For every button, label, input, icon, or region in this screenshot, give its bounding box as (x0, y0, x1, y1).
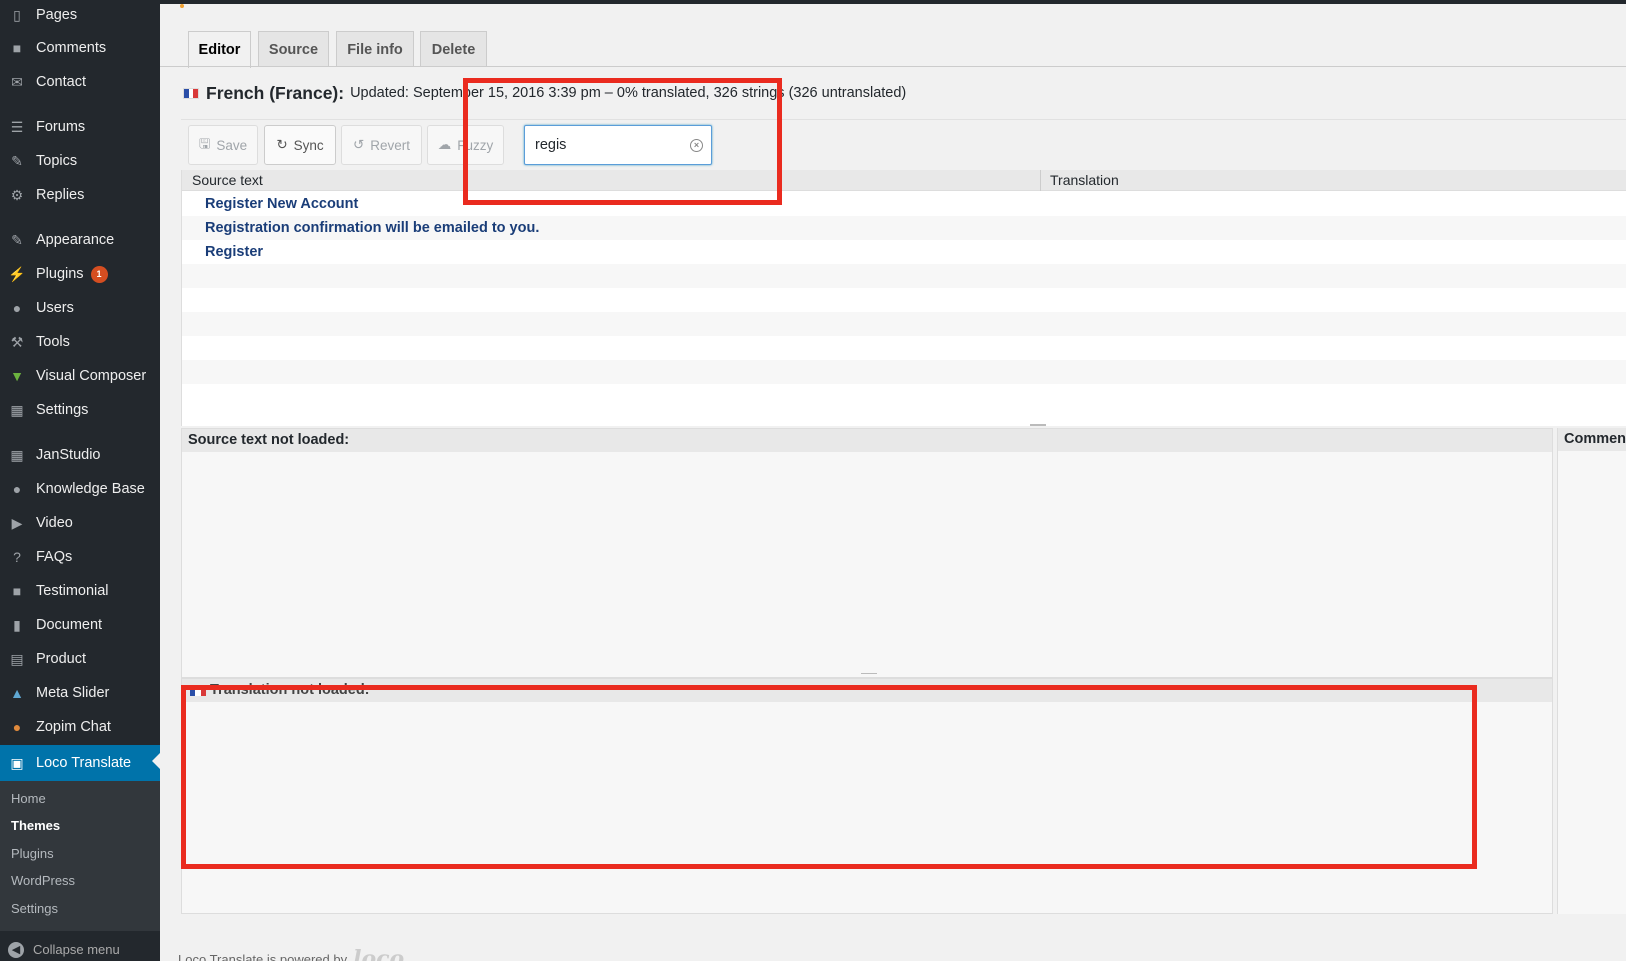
column-source-text[interactable]: Source text (192, 172, 263, 188)
chat-icon: ● (12, 719, 22, 735)
menu-item-replies[interactable]: ⚙ Replies (0, 180, 160, 210)
topics-icon: ✎ (11, 152, 23, 169)
grid-row-empty (182, 336, 1626, 360)
sync-button[interactable]: ↻ Sync (264, 125, 336, 165)
menu-item-zopim-chat[interactable]: ● Zopim Chat (0, 712, 160, 742)
menu-item-tools[interactable]: ⚒ Tools (0, 327, 160, 357)
menu-item-settings[interactable]: ▦ Settings (0, 395, 160, 425)
menu-item-product[interactable]: ▤ Product (0, 644, 160, 674)
footer: Loco Translate is powered by loco (178, 946, 404, 961)
menu-item-comments[interactable]: ■ Comments (0, 33, 160, 63)
lightbulb-icon: ● (12, 481, 22, 497)
users-icon: ● (12, 300, 22, 316)
source-string-link[interactable]: Register (205, 244, 263, 260)
collapse-icon: ◀ (8, 941, 24, 958)
forums-icon: ☰ (10, 118, 24, 135)
menu-item-testimonial[interactable]: ■ Testimonial (0, 576, 160, 606)
source-pane-title: Source text not loaded: (182, 429, 1552, 452)
grid-row-empty (182, 360, 1626, 384)
pane-resize-handle[interactable] (861, 673, 877, 675)
question-icon: ? (13, 549, 21, 565)
tab-divider (160, 66, 1626, 67)
submenu-plugins[interactable]: Plugins (11, 846, 54, 861)
grid-row-empty (182, 384, 1626, 408)
menu-item-appearance[interactable]: ✎ Appearance (0, 225, 160, 255)
testimonial-icon: ■ (12, 583, 22, 599)
comments-icon: ■ (12, 40, 22, 56)
loco-logo[interactable]: loco (353, 946, 404, 961)
annotation-translation-highlight (181, 685, 1477, 869)
grid-resize-handle[interactable] (1030, 424, 1046, 426)
save-icon: 🖫 (198, 135, 211, 151)
video-icon: ▶ (11, 514, 23, 531)
translate-icon: ▣ (10, 754, 24, 771)
menu-item-video[interactable]: ▶ Video (0, 508, 160, 538)
cloud-icon: ☁ (437, 137, 452, 152)
tab-delete[interactable]: Delete (420, 31, 487, 67)
sync-icon: ↻ (276, 137, 288, 152)
menu-item-janstudio[interactable]: ▦ JanStudio (0, 440, 160, 470)
tools-icon: ⚒ (10, 333, 24, 350)
grid-row-empty (182, 312, 1626, 336)
column-translation[interactable]: Translation (1050, 172, 1119, 188)
footer-text: Loco Translate is powered by (178, 951, 348, 961)
source-string-link[interactable]: Register New Account (205, 196, 358, 212)
tab-file-info[interactable]: File info (336, 31, 414, 67)
grid-row[interactable]: Register (182, 240, 1626, 264)
source-string-link[interactable]: Registration confirmation will be emaile… (205, 220, 539, 236)
menu-item-users[interactable]: ● Users (0, 293, 160, 323)
column-divider[interactable] (1040, 170, 1041, 191)
menu-item-knowledge-base[interactable]: ● Knowledge Base (0, 474, 160, 504)
menu-item-document[interactable]: ▮ Document (0, 610, 160, 640)
admin-bar-indicator (180, 4, 184, 8)
submenu-settings[interactable]: Settings (11, 901, 58, 916)
collapse-menu-button[interactable]: ◀ Collapse menu (0, 938, 160, 961)
settings-icon: ▦ (10, 401, 24, 418)
grid-row[interactable]: Registration confirmation will be emaile… (182, 216, 1626, 240)
french-flag-icon (183, 87, 199, 99)
comments-pane: Comments (1557, 428, 1626, 914)
grid-row-empty (182, 264, 1626, 288)
pages-icon: ▯ (13, 6, 21, 23)
source-pane: Source text not loaded: (181, 428, 1553, 678)
menu-item-contact[interactable]: ✉ Contact (0, 67, 160, 97)
submenu-wordpress[interactable]: WordPress (11, 873, 75, 888)
annotation-search-highlight (463, 78, 782, 205)
janstudio-icon: ▦ (10, 446, 24, 463)
document-icon: ▮ (13, 616, 21, 633)
revert-icon: ↺ (352, 137, 365, 152)
active-menu-arrow (152, 753, 160, 769)
admin-sidebar: ▯ Pages ■ Comments ✉ Contact ☰ Forums ✎ Topic… (0, 0, 160, 961)
plugins-update-badge: 1 (90, 265, 108, 283)
language-title: French (France): (206, 82, 345, 103)
plugins-icon: ⚡ (8, 265, 26, 282)
replies-icon: ⚙ (10, 186, 24, 203)
save-button[interactable]: 🖫 Save (188, 125, 258, 165)
grid-header: Source text Translation (182, 170, 1626, 191)
visual-composer-icon: ▼ (10, 368, 24, 384)
tab-editor[interactable]: Editor (188, 31, 251, 68)
strings-grid: Source text Translation Register New Acc… (181, 170, 1626, 426)
submenu-home[interactable]: Home (11, 791, 46, 806)
menu-item-plugins[interactable]: ⚡ Plugins 1 (0, 259, 160, 289)
tab-source[interactable]: Source (258, 31, 329, 67)
menu-item-topics[interactable]: ✎ Topics (0, 146, 160, 176)
revert-button[interactable]: ↺ Revert (341, 125, 422, 165)
grid-row-empty (182, 288, 1626, 312)
menu-item-meta-slider[interactable]: ▲ Meta Slider (0, 678, 160, 708)
menu-item-forums[interactable]: ☰ Forums (0, 112, 160, 142)
meta-slider-icon: ▲ (10, 685, 24, 701)
submenu-themes[interactable]: Themes (11, 818, 60, 833)
admin-bar (160, 0, 1626, 4)
mail-icon: ✉ (11, 73, 23, 90)
menu-item-loco-translate[interactable]: ▣ Loco Translate (0, 745, 160, 781)
menu-item-visual-composer[interactable]: ▼ Visual Composer (0, 361, 160, 391)
grid-row[interactable]: Register New Account (182, 192, 1626, 216)
comments-pane-title: Comments (1558, 428, 1626, 451)
menu-item-faqs[interactable]: ? FAQs (0, 542, 160, 572)
appearance-icon: ✎ (11, 231, 23, 248)
loco-submenu: Home Themes Plugins WordPress Settings (0, 781, 160, 931)
product-icon: ▤ (10, 650, 24, 667)
menu-item-pages[interactable]: ▯ Pages (0, 0, 160, 30)
